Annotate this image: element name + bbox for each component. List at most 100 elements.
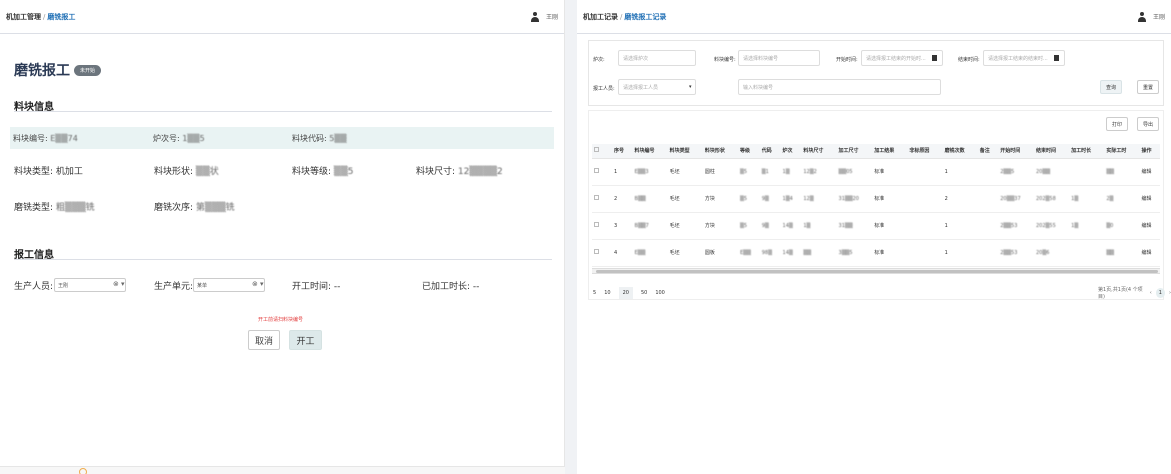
material-grade-label: 料块等级: (292, 166, 332, 177)
page-size-option[interactable]: 50 (641, 290, 647, 296)
edit-link[interactable]: 编辑 (1139, 212, 1160, 240)
mill-report-panel: 机加工管理 / 磨铣报工 王刚 磨铣报工 未开始 料块信息 料块编号: E▒▒7… (0, 0, 565, 474)
table-header-row: 序号 料块编号 料块类型 料块形状 等级 代码 炉次 料块尺寸 加工尺寸 加工结… (592, 144, 1160, 159)
col-header[interactable]: 料块编号 (632, 144, 668, 159)
export-button[interactable]: 导出 (1137, 117, 1159, 131)
row-checkbox[interactable] (592, 212, 612, 240)
table-cell (977, 185, 999, 213)
page-size-selector: 5 10 20 50 100 (593, 287, 673, 299)
mill-order-value: 第▒▒▒铣 (195, 202, 235, 213)
table-cell (907, 239, 943, 267)
horizontal-scrollbar[interactable] (592, 268, 1160, 274)
filter-end-input[interactable]: 请选择报工结束的结束时... (983, 50, 1065, 66)
table-cell: 98▒ (759, 239, 781, 267)
breadcrumb-parent[interactable]: 机加工记录 (583, 12, 618, 22)
table-cell: 20▒6 (1034, 239, 1070, 267)
user-menu[interactable]: 王刚 (1137, 11, 1165, 22)
col-header[interactable]: 结束时间 (1034, 144, 1070, 159)
col-header[interactable]: 非标原因 (907, 144, 943, 159)
breadcrumb-parent[interactable]: 机加工管理 (6, 12, 41, 22)
print-button[interactable]: 打印 (1106, 117, 1128, 131)
table-cell (977, 158, 999, 186)
filter-start-input[interactable]: 请选择报工结束的开始时... (861, 50, 943, 66)
page-summary: 第1页,共1页(4 个项目) (1098, 287, 1143, 300)
table-cell: 圆板 (702, 239, 738, 267)
filter-code-text-input[interactable]: 输入料块编号 (738, 79, 941, 95)
table-cell: 4 (612, 239, 633, 267)
right-header: 机加工记录 / 磨铣报工记录 王刚 (577, 0, 1171, 34)
clear-icon[interactable]: ⊗ (113, 280, 119, 288)
col-header[interactable]: 加工时长 (1069, 144, 1105, 159)
page-size-option[interactable]: 5 (593, 290, 596, 296)
col-header[interactable]: 炉次 (780, 144, 802, 159)
table-cell: E▒▒3 (632, 158, 668, 186)
material-row-1: 料块编号: E▒▒74 炉次号: 1▒▒5 料块代码: 5▒▒ (10, 127, 554, 149)
query-button[interactable]: 查询 (1100, 80, 1122, 94)
scroll-thumb[interactable] (596, 270, 1158, 273)
row-checkbox[interactable] (592, 158, 612, 186)
edit-link[interactable]: 编辑 (1139, 158, 1160, 186)
chevron-down-icon: ▾ (689, 84, 692, 90)
producer-select[interactable]: 王刚 ⊗ ▾ (54, 278, 126, 292)
table-cell: 毛坯 (667, 212, 703, 240)
table-cell: 2 (612, 185, 633, 213)
page-size-option[interactable]: 100 (655, 290, 665, 296)
table-cell: ▒▒05 (836, 158, 873, 186)
row-checkbox[interactable] (592, 185, 612, 213)
prev-page-icon[interactable]: ‹ (1150, 290, 1152, 296)
section-divider (14, 259, 552, 260)
page-number[interactable]: 1 (1155, 288, 1165, 298)
col-header[interactable]: 加工尺寸 (836, 144, 873, 159)
table-cell: 1▒4 (780, 185, 802, 213)
col-header[interactable]: 开始时间 (998, 144, 1034, 159)
col-header[interactable]: 料块类型 (667, 144, 703, 159)
table-cell: 毛坯 (667, 239, 703, 267)
col-header[interactable]: 备注 (977, 144, 999, 159)
material-code-label: 料块编号: (13, 133, 48, 143)
table-cell: 14▒ (780, 212, 802, 240)
col-header[interactable]: 料块形状 (702, 144, 738, 159)
filter-heat-input[interactable]: 请选择炉次 (618, 50, 696, 66)
col-header[interactable]: 加工结果 (872, 144, 908, 159)
breadcrumb-separator: / (43, 12, 46, 21)
calendar-icon[interactable] (1054, 55, 1059, 61)
edit-link[interactable]: 编辑 (1139, 185, 1160, 213)
col-header[interactable]: 代码 (759, 144, 781, 159)
filter-code-text-placeholder: 输入料块编号 (743, 84, 774, 91)
table-cell: 31▒▒ (836, 212, 873, 240)
col-header[interactable]: 序号 (612, 144, 633, 159)
cancel-button[interactable]: 取消 (248, 330, 280, 350)
filter-code-input[interactable]: 请选择料块编号 (738, 50, 820, 66)
table-cell: 1 (942, 158, 978, 186)
col-header[interactable]: 磨铣次数 (942, 144, 978, 159)
table-cell: 毛坯 (667, 158, 703, 186)
col-header[interactable]: 等级 (737, 144, 760, 159)
filter-end-label: 结束时间: (958, 57, 980, 63)
col-header[interactable]: 实际工时 (1104, 144, 1140, 159)
select-all-checkbox[interactable] (592, 144, 612, 159)
col-header[interactable]: 料块尺寸 (801, 144, 837, 159)
clear-icon[interactable]: ⊗ (252, 280, 258, 288)
material-type-label: 料块类型: (14, 166, 54, 177)
edit-link[interactable]: 编辑 (1139, 239, 1160, 267)
user-menu[interactable]: 王刚 (530, 11, 558, 22)
table-cell: 1▒ (801, 212, 837, 240)
row-checkbox[interactable] (592, 239, 612, 267)
table-cell: 毛坯 (667, 185, 703, 213)
table-cell: E▒▒ (737, 239, 760, 267)
table-cell: ▒▒ (1104, 158, 1140, 186)
table-cell: 20▒▒37 (998, 185, 1034, 213)
page-size-option-active[interactable]: 20 (618, 287, 633, 299)
reset-button[interactable]: 重置 (1137, 80, 1159, 94)
table-cell: 20▒▒ (1034, 158, 1070, 186)
table-cell: ▒5 (737, 185, 760, 213)
page-size-option[interactable]: 10 (604, 290, 610, 296)
calendar-icon[interactable] (932, 55, 937, 61)
table-cell (907, 212, 943, 240)
filter-reporter-select[interactable]: 请选择报工人员 ▾ (618, 79, 696, 95)
start-work-button[interactable]: 开工 (289, 330, 322, 350)
unit-select[interactable]: 某单 ⊗ ▾ (193, 278, 265, 292)
table-cell: 1▒ (780, 158, 802, 186)
table-cell: 2▒▒53 (998, 239, 1034, 267)
table-cell (977, 212, 999, 240)
